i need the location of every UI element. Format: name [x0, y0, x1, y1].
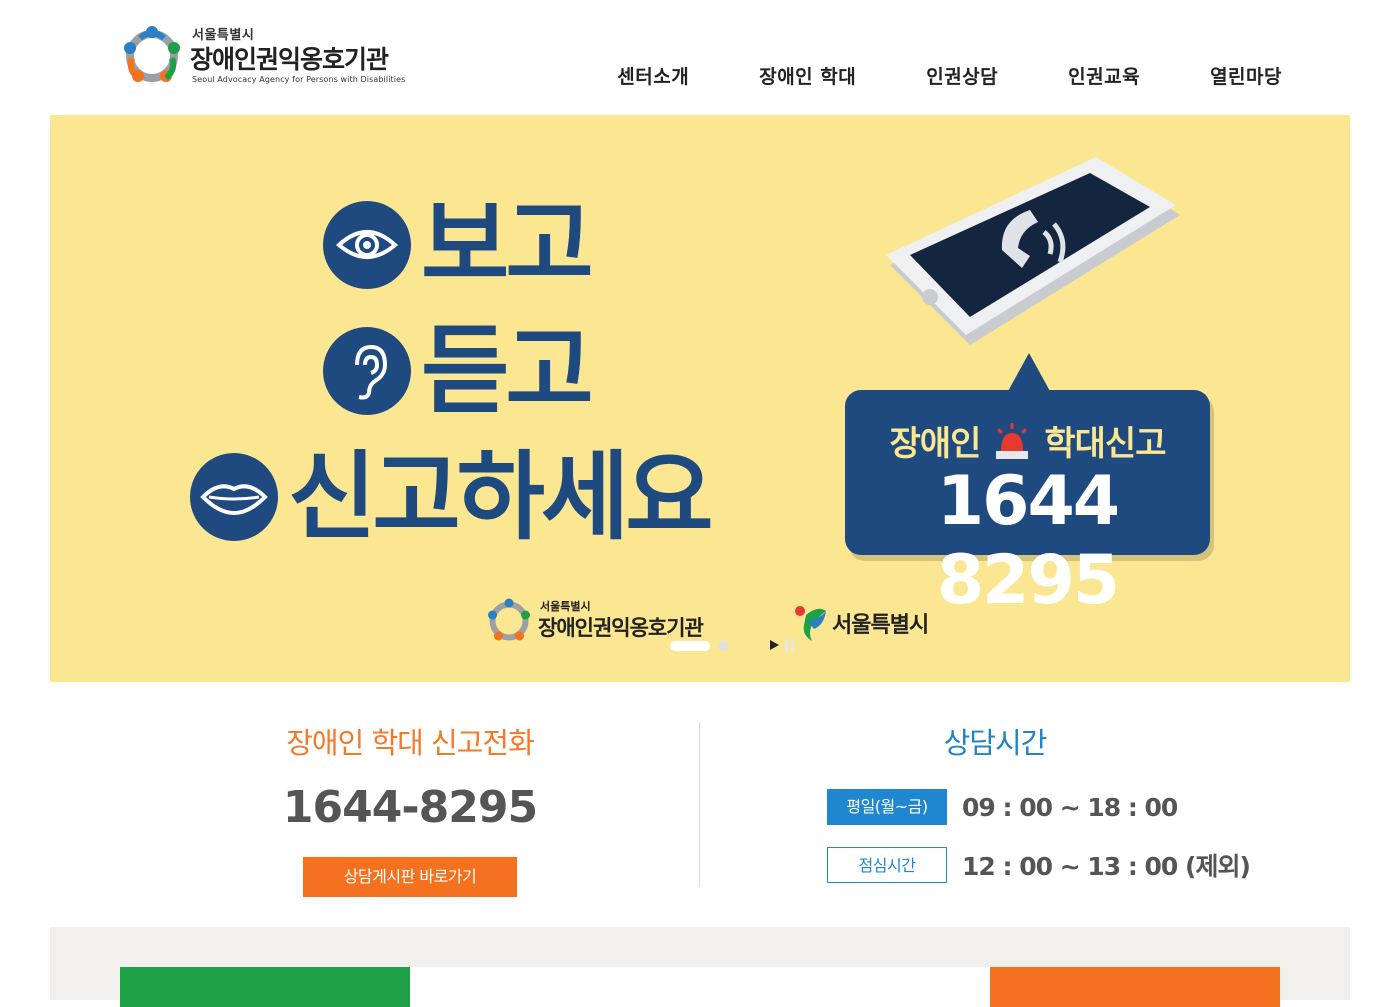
ear-icon: [323, 327, 411, 415]
lunch-hours: 12 : 00 ~ 13 : 00 (제외): [962, 852, 1251, 881]
agency-logo-icon: [124, 26, 180, 82]
report-title-left: 장애인: [889, 424, 982, 464]
mouth-icon: [190, 453, 278, 541]
eye-icon: [323, 201, 411, 289]
banner-logos: 서울특별시 장애인권익옹호기관 서울특별시: [485, 595, 940, 647]
slogan-see-row: 보고: [323, 189, 594, 301]
quick-link-card-green[interactable]: [120, 967, 410, 1007]
hotline-number: 1644-8295: [282, 782, 538, 833]
nav-center-intro[interactable]: 센터소개: [617, 62, 689, 89]
banner-pagination: [670, 641, 728, 651]
play-icon[interactable]: [770, 640, 779, 650]
weekday-hours: 09 : 00 ~ 18 : 00: [962, 792, 1178, 822]
main-banner[interactable]: 보고 듣고 신고하세요 장애인 학대신고 1644 8295 서울특별시 장애인…: [50, 115, 1350, 682]
hotline-title: 장애인 학대 신고전화: [286, 726, 535, 760]
site-header: 서울특별시 장애인권익옹호기관 Seoul Advocacy Agency fo…: [0, 0, 1400, 115]
logo-english-name: Seoul Advocacy Agency for Persons with D…: [192, 75, 406, 84]
banner-agency-logo: 서울특별시 장애인권익옹호기관: [485, 595, 725, 647]
weekday-badge: 평일(월~금): [827, 789, 947, 825]
nav-counseling[interactable]: 인권상담: [926, 62, 998, 89]
weekday-hours-row: 평일(월~금) 09 : 00 ~ 18 : 00: [827, 789, 1178, 825]
banner-logo-agency: 장애인권익옹호기관: [538, 616, 704, 640]
quick-links-section: [50, 927, 1350, 1007]
report-hotline-box: 장애인 학대신고 1644 8295: [845, 390, 1210, 620]
slide-indicator-2[interactable]: [718, 641, 728, 651]
main-navigation: 센터소개 장애인 학대 인권상담 인권교육 열린마당: [547, 62, 1282, 89]
slide-indicator-1[interactable]: [670, 641, 710, 651]
slogan-report: 신고하세요: [288, 441, 714, 553]
seoul-city-name: 서울특별시: [832, 613, 929, 638]
counseling-board-button[interactable]: 상담게시판 바로가기: [303, 857, 517, 897]
seoul-city-logo: 서울특별시: [790, 595, 940, 647]
hotline-panel: 장애인 학대 신고전화 1644-8295 상담게시판 바로가기: [210, 682, 610, 897]
lunch-badge: 점심시간: [827, 847, 947, 883]
report-title: 장애인 학대신고: [845, 416, 1210, 465]
siren-icon: [996, 422, 1029, 459]
slogan-see: 보고: [421, 189, 594, 301]
quick-link-card-center[interactable]: [410, 967, 990, 1007]
site-logo[interactable]: 서울특별시 장애인권익옹호기관 Seoul Advocacy Agency fo…: [120, 22, 410, 90]
slogan-hear: 듣고: [421, 315, 594, 427]
slogan-hear-row: 듣고: [323, 315, 594, 427]
smartphone-icon: [886, 157, 1180, 345]
agency-logo-icon: [488, 598, 530, 641]
callout-tail: [1007, 353, 1051, 393]
contact-info-section: 장애인 학대 신고전화 1644-8295 상담게시판 바로가기 상담시간 평일…: [0, 682, 1400, 927]
nav-education[interactable]: 인권교육: [1068, 62, 1140, 89]
pause-icon[interactable]: [785, 639, 795, 651]
seoul-symbol-icon: [795, 606, 826, 641]
section-divider: [699, 722, 700, 887]
hours-panel: 상담시간 평일(월~금) 09 : 00 ~ 18 : 00 점심시간 12 :…: [760, 682, 1251, 883]
lunch-hours-row: 점심시간 12 : 00 ~ 13 : 00 (제외): [827, 847, 1251, 883]
logo-agency-name: 장애인권익옹호기관: [190, 45, 389, 74]
nav-abuse[interactable]: 장애인 학대: [759, 62, 856, 89]
nav-open-forum[interactable]: 열린마당: [1210, 62, 1282, 89]
hours-title: 상담시간: [943, 726, 1048, 760]
banner-controls: [770, 639, 795, 651]
quick-link-card-orange[interactable]: [990, 967, 1280, 1007]
slogan-report-row: 신고하세요: [190, 441, 714, 553]
report-title-right: 학대신고: [1044, 424, 1166, 464]
